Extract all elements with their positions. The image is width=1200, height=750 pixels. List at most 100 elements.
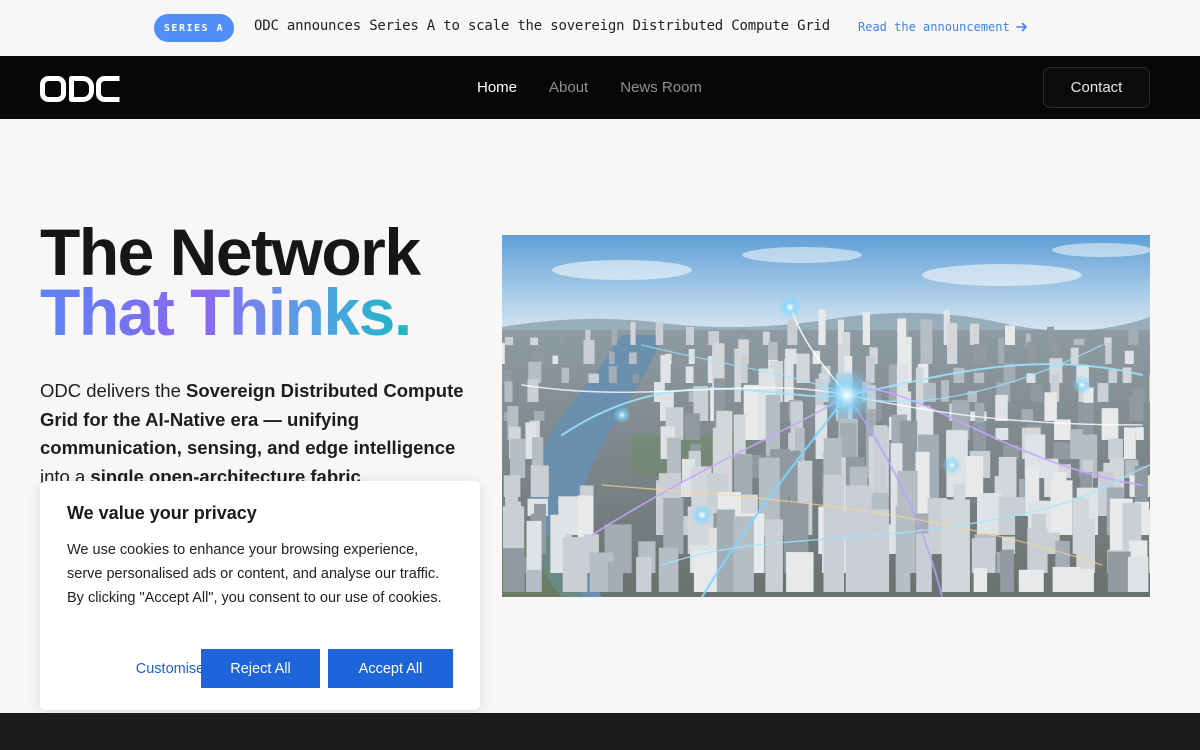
building	[998, 456, 1017, 478]
building	[1107, 551, 1131, 592]
building	[685, 366, 694, 383]
building	[608, 366, 617, 383]
building	[526, 520, 542, 573]
hero-city-network-image	[502, 235, 1150, 597]
dark-section-edge	[0, 713, 1200, 750]
building	[1122, 367, 1132, 383]
building	[1129, 395, 1144, 421]
building	[1018, 569, 1044, 592]
hero-description: ODC delivers the Sovereign Distributed C…	[40, 377, 480, 491]
building	[888, 364, 898, 402]
building	[636, 557, 652, 592]
building	[796, 353, 810, 383]
building	[1005, 325, 1015, 345]
building	[941, 499, 970, 592]
building	[998, 337, 1005, 364]
building	[502, 342, 505, 364]
building	[1079, 569, 1094, 592]
building	[1044, 392, 1057, 421]
building	[708, 331, 720, 345]
building	[966, 456, 984, 497]
building	[1052, 566, 1081, 592]
main-nav: Home About News Room	[477, 56, 702, 119]
nav-home[interactable]: Home	[477, 79, 517, 96]
building	[562, 537, 588, 592]
building	[504, 381, 513, 402]
building	[995, 394, 1008, 421]
announcement-message: ODC announces Series A to scale the sove…	[254, 18, 831, 34]
building	[503, 548, 525, 592]
top-navbar: Home About News Room Contact	[0, 56, 1200, 119]
building	[973, 344, 986, 364]
building	[684, 413, 700, 440]
nav-news-room[interactable]: News Room	[620, 79, 702, 96]
building	[628, 352, 637, 364]
building	[632, 374, 639, 383]
building	[552, 355, 559, 364]
hero-title-dot: .	[393, 275, 412, 349]
building	[818, 309, 826, 345]
building	[973, 568, 988, 592]
building	[583, 340, 595, 364]
building	[765, 519, 783, 592]
building	[558, 333, 566, 345]
contact-button[interactable]: Contact	[1043, 67, 1150, 108]
building	[1070, 347, 1079, 364]
building	[734, 348, 741, 402]
building	[784, 359, 794, 402]
building	[977, 493, 1002, 535]
building	[608, 351, 615, 364]
building	[663, 498, 684, 554]
building	[1124, 350, 1134, 364]
building	[1149, 509, 1150, 554]
building	[660, 354, 671, 383]
building	[823, 474, 844, 592]
building	[1027, 528, 1048, 573]
building	[1073, 338, 1085, 345]
building	[630, 322, 636, 345]
hero-title-line1: The Network	[40, 215, 421, 289]
building	[527, 379, 539, 402]
building	[530, 337, 538, 345]
arrow-right-icon	[1015, 22, 1027, 32]
building	[655, 321, 664, 345]
series-badge: SERIES A	[154, 14, 234, 42]
building	[916, 533, 932, 592]
read-announcement-link[interactable]: Read the announcement	[858, 20, 1028, 34]
reject-all-button[interactable]: Reject All	[201, 649, 320, 688]
nav-about[interactable]: About	[549, 79, 588, 96]
building	[1149, 374, 1150, 402]
building	[1053, 442, 1073, 459]
building	[1097, 383, 1109, 402]
cookie-consent-dialog: We value your privacy We use cookies to …	[40, 481, 480, 710]
building	[786, 552, 814, 592]
building	[1108, 438, 1123, 459]
hero-title: The Network That Thinks.	[40, 215, 480, 345]
building	[969, 323, 980, 345]
building	[1030, 384, 1043, 402]
building	[502, 370, 512, 383]
cookie-body: We use cookies to enhance your browsing …	[67, 542, 442, 606]
building	[588, 373, 599, 383]
cookie-title: We value your privacy	[67, 503, 257, 523]
building	[920, 319, 933, 364]
building	[504, 336, 514, 345]
building	[502, 506, 525, 554]
building	[1050, 480, 1073, 535]
building	[1128, 328, 1139, 345]
building	[947, 322, 958, 364]
city-illustration	[502, 235, 1150, 597]
building	[666, 437, 681, 478]
building	[1000, 549, 1014, 592]
accept-all-button[interactable]: Accept All	[328, 649, 453, 688]
building	[607, 562, 623, 592]
building	[867, 509, 890, 592]
building	[1135, 427, 1144, 440]
building	[743, 384, 760, 440]
building	[510, 438, 526, 478]
building	[534, 411, 545, 421]
odc-logo[interactable]	[40, 76, 122, 102]
building	[1124, 427, 1136, 459]
building	[561, 367, 569, 383]
building	[611, 328, 618, 345]
